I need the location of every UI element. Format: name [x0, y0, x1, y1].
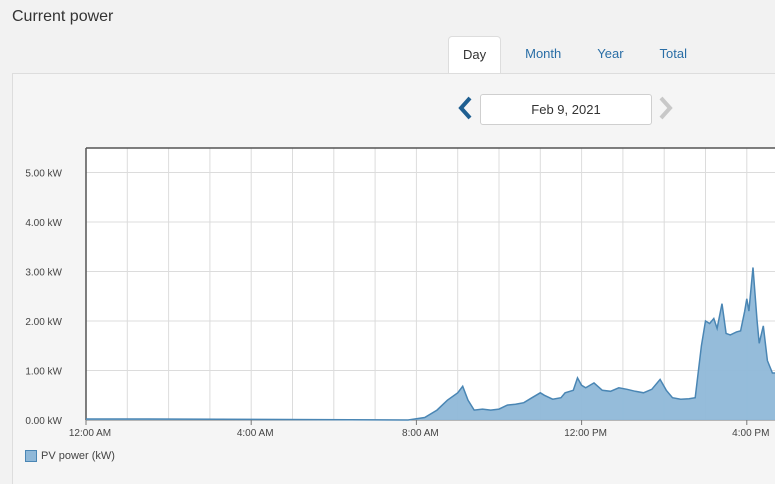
x-tick-label: 4:00 PM: [732, 428, 769, 439]
period-tabs: Day Month Year Total: [448, 36, 709, 74]
y-tick-label: 5.00 kW: [25, 169, 62, 180]
y-tick-label: 0.00 kW: [25, 416, 62, 427]
tab-total[interactable]: Total: [646, 36, 701, 74]
y-tick-label: 4.00 kW: [25, 218, 62, 229]
legend-label: PV power (kW): [41, 450, 115, 462]
x-tick-label: 4:00 AM: [237, 428, 274, 439]
tab-month[interactable]: Month: [511, 36, 575, 74]
tab-day[interactable]: Day: [448, 36, 502, 74]
x-tick-label: 12:00 AM: [69, 428, 111, 439]
next-day-button[interactable]: [655, 96, 675, 120]
y-tick-label: 1.00 kW: [25, 367, 62, 378]
page-title: Current power: [12, 8, 114, 25]
x-tick-label: 12:00 PM: [564, 428, 607, 439]
date-picker[interactable]: Feb 9, 2021: [480, 94, 652, 125]
y-tick-label: 3.00 kW: [25, 268, 62, 279]
power-chart: 0.00 kW 1.00 kW 2.00 kW 3.00 kW 4.00 kW 5.00 …: [25, 147, 775, 439]
x-tick-label: 8:00 AM: [402, 428, 439, 439]
chevron-left-icon: [458, 96, 472, 120]
plot-background: [86, 148, 775, 420]
y-tick-label: 2.00 kW: [25, 317, 62, 328]
chart-legend: PV power (kW): [25, 450, 115, 462]
legend-swatch: [25, 450, 37, 462]
previous-day-button[interactable]: [456, 96, 476, 120]
chevron-right-icon: [659, 96, 673, 120]
tab-year[interactable]: Year: [583, 36, 637, 74]
